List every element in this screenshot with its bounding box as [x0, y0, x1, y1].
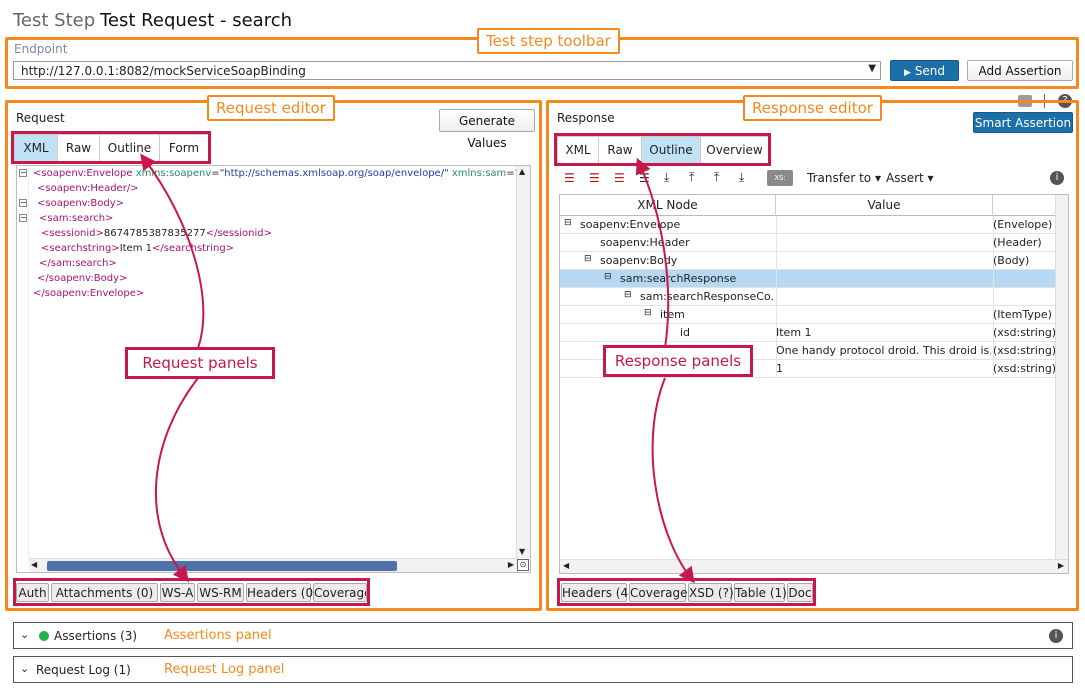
double-chevron-down-icon[interactable]: ⌄: [20, 662, 29, 675]
assertions-panel-caption: Assertions panel: [164, 628, 272, 643]
info-icon[interactable]: i: [1049, 629, 1063, 643]
assertions-panel[interactable]: ⌄ Assertions (3) Assertions panel i: [13, 622, 1073, 649]
request-log-panel[interactable]: ⌄ Request Log (1) Request Log panel: [13, 656, 1073, 683]
request-log-label: Request Log (1): [36, 663, 131, 677]
response-panels-label: Response panels: [603, 345, 753, 377]
double-chevron-down-icon[interactable]: ⌄: [20, 628, 29, 641]
status-dot-icon: [39, 631, 49, 641]
request-panels-label: Request panels: [125, 347, 275, 379]
arrow-to-response-tabs: [635, 157, 670, 349]
arrow-to-request-bottom-tabs: [154, 377, 199, 583]
arrow-to-request-tabs: [140, 153, 205, 349]
assertions-label: Assertions (3): [54, 629, 138, 643]
request-log-panel-caption: Request Log panel: [164, 662, 285, 677]
arrow-to-response-bottom-tabs: [651, 377, 695, 584]
